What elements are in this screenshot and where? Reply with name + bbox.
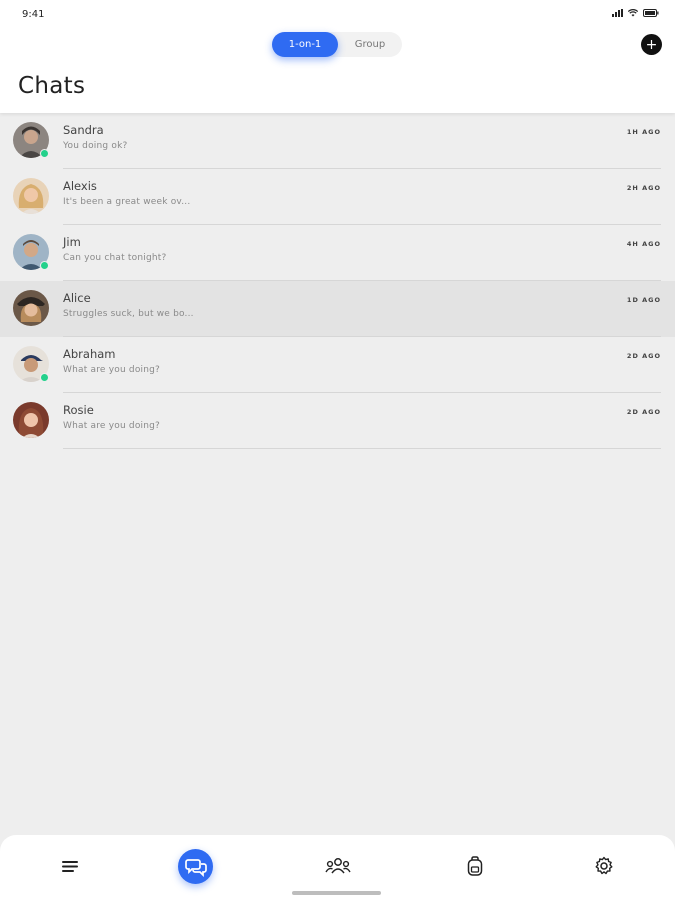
tab-chats[interactable] xyxy=(178,849,213,884)
signal-icon xyxy=(612,9,623,17)
home-indicator xyxy=(292,891,381,895)
chat-row-alice[interactable]: Alice Struggles suck, but we bo... 1D AG… xyxy=(0,281,675,337)
chat-time: 1H AGO xyxy=(626,128,661,136)
status-time: 9:41 xyxy=(22,9,45,20)
chat-preview: You doing ok? xyxy=(63,141,128,151)
chat-preview: Struggles suck, but we bo... xyxy=(63,309,194,319)
chat-name: Rosie xyxy=(63,403,94,417)
people-icon xyxy=(325,858,351,874)
status-icons xyxy=(612,9,659,17)
chat-row-sandra[interactable]: Sandra You doing ok? 1H AGO xyxy=(0,113,675,169)
divider xyxy=(63,448,661,449)
plus-icon: + xyxy=(645,36,658,53)
chat-bubbles-icon xyxy=(184,858,207,877)
chat-row-rosie[interactable]: Rosie What are you doing? 2D AGO xyxy=(0,393,675,449)
wifi-icon xyxy=(628,9,638,17)
chat-preview: What are you doing? xyxy=(63,421,161,431)
tab-settings[interactable] xyxy=(589,851,619,881)
chat-row-alexis[interactable]: Alexis It's been a great week ov... 2H A… xyxy=(0,169,675,225)
chat-list: Sandra You doing ok? 1H AGO Alexis It's … xyxy=(0,113,675,449)
tab-group[interactable]: Group xyxy=(338,32,402,57)
chat-time: 2H AGO xyxy=(626,184,661,192)
avatar xyxy=(13,178,49,214)
battery-icon xyxy=(643,9,659,17)
tab-menu[interactable] xyxy=(55,851,85,881)
chat-time: 1D AGO xyxy=(626,296,661,304)
avatar xyxy=(13,402,49,438)
chat-preview: What are you doing? xyxy=(63,365,161,375)
avatar xyxy=(13,290,49,326)
avatar xyxy=(13,122,49,158)
chat-name: Alexis xyxy=(63,179,97,193)
tab-one-on-one[interactable]: 1-on-1 xyxy=(272,32,338,57)
menu-icon xyxy=(62,861,78,872)
bottom-tab-bar xyxy=(0,835,675,900)
chat-row-abraham[interactable]: Abraham What are you doing? 2D AGO xyxy=(0,337,675,393)
avatar-image xyxy=(13,290,49,326)
backpack-icon xyxy=(467,856,483,876)
online-indicator xyxy=(40,373,49,382)
chat-preview: Can you chat tonight? xyxy=(63,253,167,263)
tab-people[interactable] xyxy=(323,851,353,881)
avatar-image xyxy=(13,402,49,438)
top-header: 9:41 1-on-1 Group + Chats xyxy=(0,0,675,113)
online-indicator xyxy=(40,149,49,158)
avatar xyxy=(13,346,49,382)
chat-preview: It's been a great week ov... xyxy=(63,197,191,207)
tab-backpack[interactable] xyxy=(460,851,490,881)
chat-row-jim[interactable]: Jim Can you chat tonight? 4H AGO xyxy=(0,225,675,281)
page-title: Chats xyxy=(18,73,86,99)
gear-icon xyxy=(595,856,613,875)
chat-time: 4H AGO xyxy=(626,240,661,248)
avatar-image xyxy=(13,178,49,214)
chat-name: Jim xyxy=(63,235,81,249)
new-chat-button[interactable]: + xyxy=(641,34,662,55)
chat-name: Alice xyxy=(63,291,91,305)
online-indicator xyxy=(40,261,49,270)
chat-type-toggle: 1-on-1 Group xyxy=(272,32,402,57)
avatar xyxy=(13,234,49,270)
chat-name: Sandra xyxy=(63,123,104,137)
chat-name: Abraham xyxy=(63,347,116,361)
chat-time: 2D AGO xyxy=(626,408,661,416)
chat-time: 2D AGO xyxy=(626,352,661,360)
